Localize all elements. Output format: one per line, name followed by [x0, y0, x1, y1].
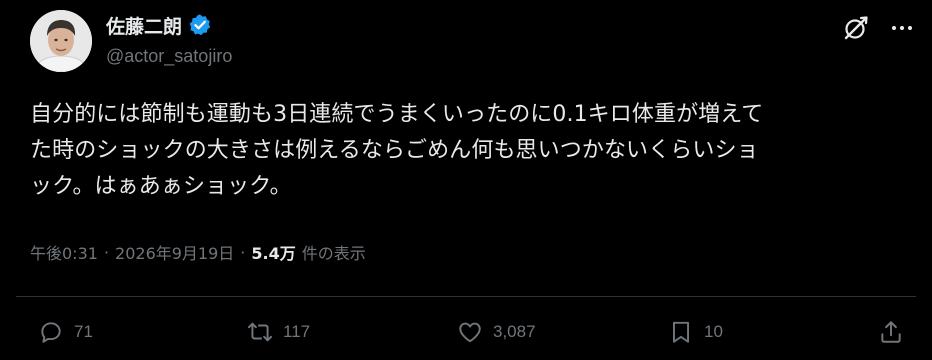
retweet-button[interactable]: 117: [247, 312, 310, 352]
meta-separator: ·: [240, 242, 246, 262]
author-block: 佐藤二朗 @actor_satojiro: [106, 10, 232, 67]
share-icon: [881, 321, 901, 343]
views-count[interactable]: 5.4万: [251, 240, 295, 264]
divider: [16, 296, 916, 297]
retweet-icon: [247, 322, 273, 342]
bookmark-button[interactable]: 10: [668, 312, 723, 352]
tweet-date[interactable]: 2026年9月19日: [115, 240, 234, 264]
tweet-text-line: 自分的には節制も運動も3日連続でうまくいったのに0.1キロ体重が増えて: [30, 102, 764, 127]
reply-button[interactable]: 71: [38, 312, 93, 352]
tweet-text: 自分的には節制も運動も3日連続でうまくいったのに0.1キロ体重が増えて た時のシ…: [30, 97, 910, 205]
author-name-row: 佐藤二朗: [106, 10, 232, 40]
verified-badge-icon[interactable]: [188, 13, 212, 37]
author-handle[interactable]: @actor_satojiro: [106, 46, 232, 67]
share-button[interactable]: [878, 312, 904, 352]
avatar[interactable]: [30, 10, 92, 72]
retweet-count: 117: [283, 322, 311, 341]
tweet-card: 佐藤二朗 @actor_satojiro 自分的には節制も運動も3日連続でうまく…: [0, 0, 932, 360]
grok-button[interactable]: [840, 12, 872, 44]
more-button[interactable]: [886, 12, 918, 44]
reply-icon: [41, 322, 61, 343]
bookmark-count: 10: [704, 322, 723, 341]
heart-icon: [459, 322, 481, 343]
like-count: 3,087: [493, 322, 536, 341]
tweet-time[interactable]: 午後0:31: [30, 240, 98, 264]
tweet-meta: 午後0:31 · 2026年9月19日 · 5.4万 件の表示: [30, 240, 366, 264]
tweet-text-line: ック。はぁあぁショック。: [30, 174, 292, 199]
meta-separator: ·: [103, 242, 110, 262]
like-button[interactable]: 3,087: [457, 312, 536, 352]
author-display-name[interactable]: 佐藤二朗: [106, 12, 182, 39]
action-bar: 71 117 3,087 10: [0, 312, 932, 352]
more-icon: [892, 26, 912, 30]
grok-icon: [844, 16, 868, 40]
views-label: 件の表示: [301, 244, 366, 263]
bookmark-icon: [672, 321, 690, 343]
avatar-image: [30, 10, 92, 72]
tweet-text-line: た時のショックの大きさは例えるならごめん何も思いつかないくらいショ: [30, 138, 759, 163]
reply-count: 71: [74, 322, 93, 341]
